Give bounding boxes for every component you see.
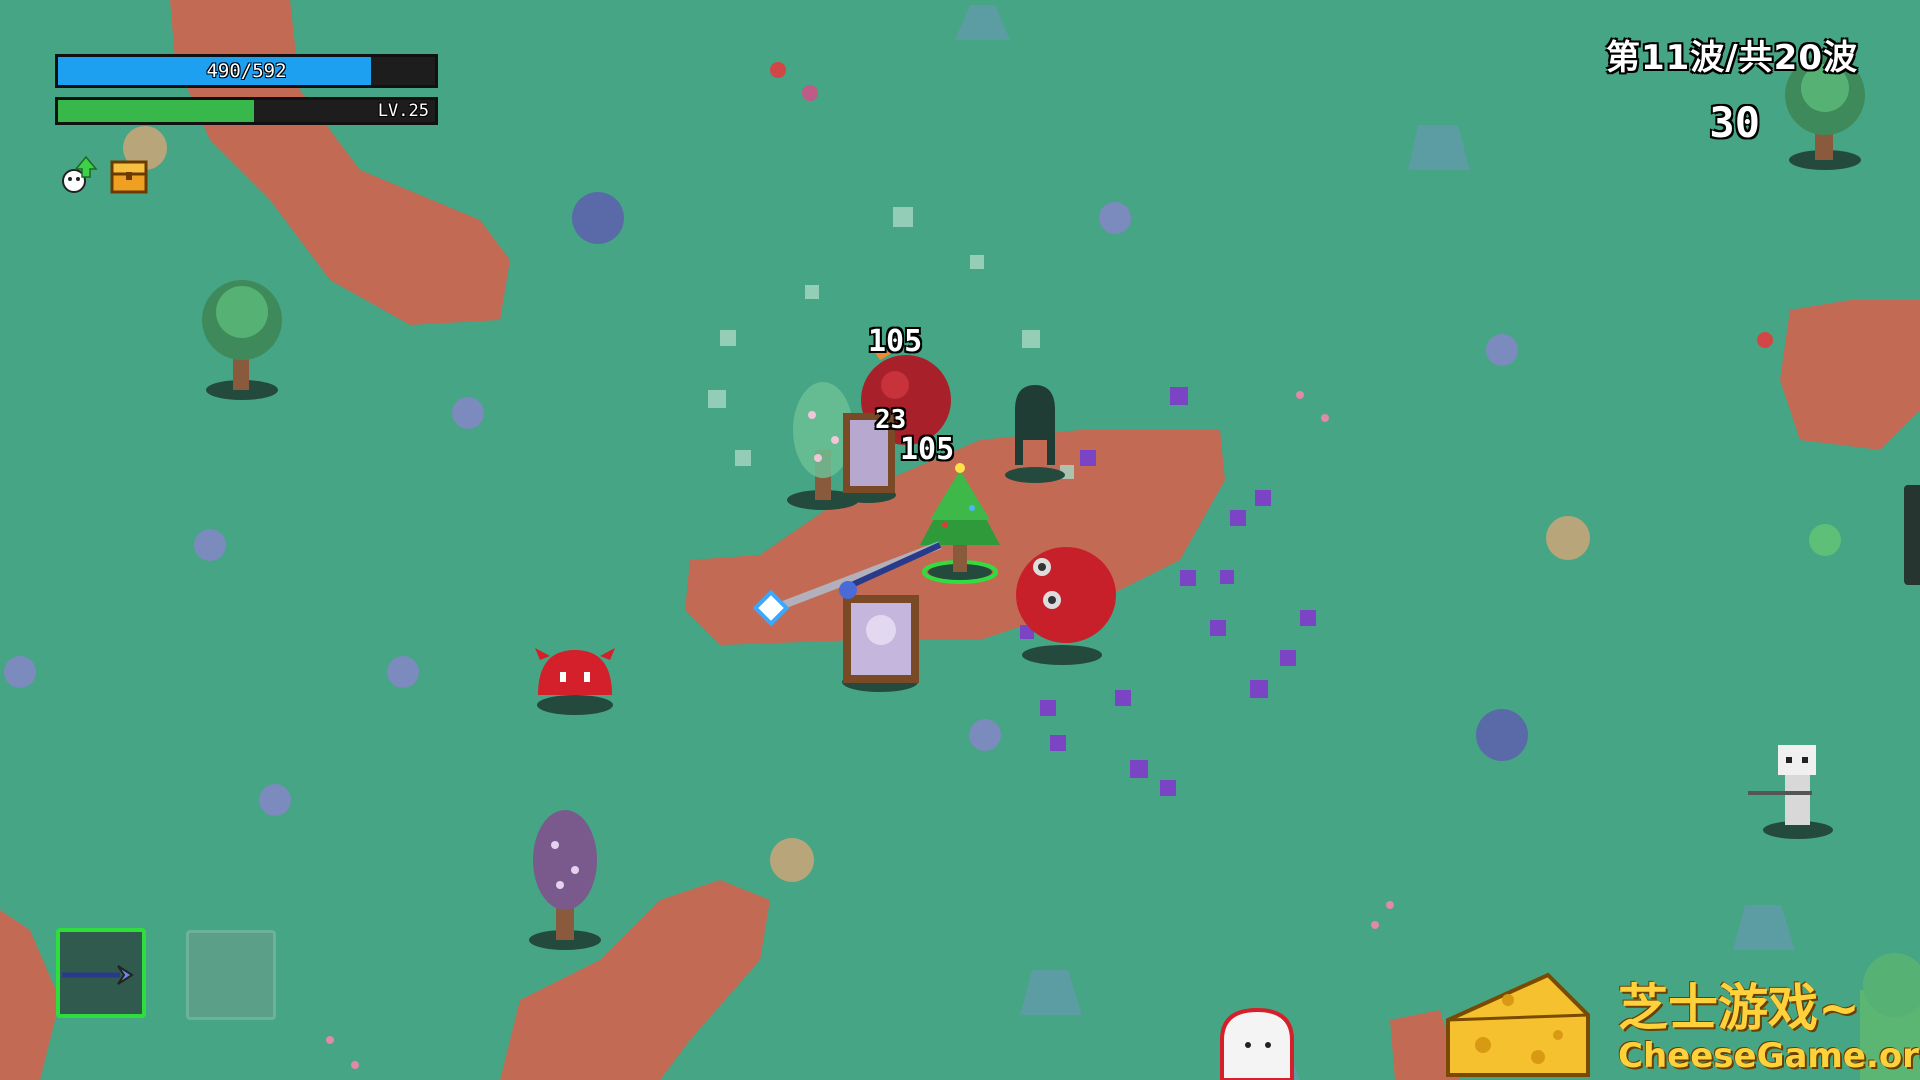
wave-counter: 第11波/共20波 xyxy=(1605,38,1858,78)
damage-number: 105 xyxy=(868,324,923,359)
watermark-url: CheeseGame.org xyxy=(1618,1036,1920,1076)
shadow-creature-enemy xyxy=(1005,385,1065,483)
wave-timer: 30 xyxy=(1709,98,1760,147)
entity-layer xyxy=(535,345,1833,1080)
staff-weapon-icon xyxy=(62,965,134,985)
side-panel-toggle[interactable] xyxy=(1904,485,1920,585)
level-text: LV.25 xyxy=(377,101,429,121)
weapon-slot-empty[interactable] xyxy=(186,930,276,1020)
skeleton-archer-enemy xyxy=(1748,745,1833,839)
health-text: 490/592 xyxy=(206,60,287,82)
player-christmas-tree xyxy=(920,463,1000,584)
red-blob-enemy-left xyxy=(535,648,615,715)
damage-number: 23 xyxy=(875,405,907,435)
damage-number: 105 xyxy=(900,432,955,467)
red-bomb-enemy-right xyxy=(1016,547,1116,665)
ghost-enemy-bottom xyxy=(1220,1007,1294,1080)
game-viewport[interactable]: 105 23 105 490/592 LV.25 第11波/共20波 30 芝士… xyxy=(0,0,1920,1080)
treasure-chest-icon[interactable] xyxy=(110,158,148,194)
weapon-slot-selected[interactable] xyxy=(56,928,146,1018)
cheese-logo-icon xyxy=(1446,972,1590,1077)
watermark-title: 芝士游戏~ xyxy=(1618,979,1860,1037)
experience-bar: LV.25 xyxy=(55,97,438,125)
upgrade-arrow-icon[interactable] xyxy=(58,155,98,195)
portrait-frame-enemy-bottom xyxy=(842,595,919,692)
health-bar: 490/592 xyxy=(55,54,438,88)
